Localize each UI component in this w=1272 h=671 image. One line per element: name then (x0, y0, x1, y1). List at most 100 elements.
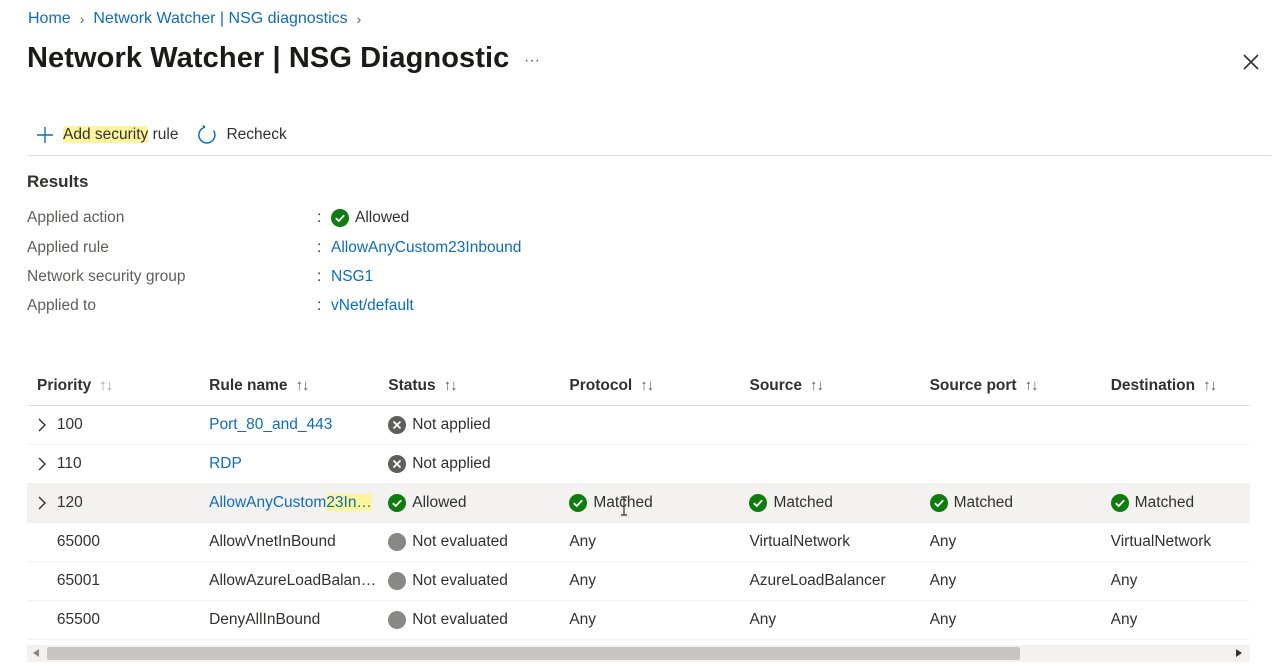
sort-icon[interactable]: ↑↓ (1203, 377, 1217, 394)
applied-to-link[interactable]: vNet/default (331, 297, 414, 315)
chevron-right-icon[interactable] (27, 496, 57, 510)
table-row[interactable]: 65500 DenyAllInBound Not evaluated Any A… (27, 601, 1250, 640)
grey-dot-icon (388, 611, 407, 629)
col-status[interactable]: Status ↑↓ (388, 377, 569, 395)
cell-destination: Any (1110, 572, 1138, 589)
cell-priority: 100 (56, 416, 83, 433)
applied-to-label: Applied to (27, 297, 96, 314)
breadcrumb-nsg-diagnostics[interactable]: Network Watcher | NSG diagnostics (93, 10, 347, 28)
scroll-left-icon[interactable] (33, 649, 39, 657)
applied-rule-link[interactable]: AllowAnyCustom23Inbound (331, 239, 521, 257)
cell-priority: 65500 (56, 611, 100, 628)
cell-rule-name-link[interactable]: Port_80_and_443 (209, 416, 388, 434)
nsg-link[interactable]: NSG1 (331, 268, 373, 286)
cell-status: Allowed (388, 494, 569, 512)
table-header: Priority ↑↓ Rule name ↑↓ Status ↑↓ Proto… (27, 366, 1250, 406)
cell-status: Not applied (388, 416, 569, 434)
cell-source: VirtualNetwork (749, 533, 850, 550)
applied-to-row: Applied to : vNet/default (27, 297, 414, 315)
cell-rule-name: DenyAllInBound (209, 611, 321, 628)
cell-source-port: Any (929, 572, 957, 589)
recheck-label: Recheck (226, 125, 287, 143)
cell-source-port: Any (929, 611, 957, 628)
applied-action-row: Applied action : Allowed (27, 209, 410, 227)
nsg-label: Network security group (27, 268, 186, 285)
table-row-selected[interactable]: 120 AllowAnyCustom23In… Allowed Matched … (27, 484, 1250, 523)
sort-icon[interactable]: ↑↓ (1025, 377, 1039, 394)
chevron-right-icon[interactable] (27, 418, 57, 432)
breadcrumb-chevron-icon: › (356, 11, 362, 27)
add-security-rule-button[interactable]: Add security rule (35, 119, 178, 151)
cell-destination: Any (1110, 611, 1138, 628)
add-security-rule-label-rest: rule (148, 125, 179, 143)
add-security-rule-label-highlighted: Add security (63, 125, 149, 143)
x-circle-icon (388, 416, 407, 434)
text-cursor-icon (621, 496, 627, 516)
sort-icon[interactable]: ↑↓ (810, 377, 824, 394)
sort-icon[interactable]: ↑↓ (640, 377, 654, 394)
cell-status: Not evaluated (388, 572, 569, 590)
cell-protocol: Any (569, 572, 597, 589)
rules-table: Priority ↑↓ Rule name ↑↓ Status ↑↓ Proto… (27, 366, 1250, 640)
scrollbar-thumb[interactable] (47, 647, 1020, 660)
x-circle-icon (388, 455, 407, 473)
horizontal-scrollbar[interactable] (27, 645, 1250, 662)
nsg-row: Network security group : NSG1 (27, 268, 374, 286)
table-row[interactable]: 65001 AllowAzureLoadBalan… Not evaluated… (27, 562, 1250, 601)
cell-protocol: Any (569, 533, 597, 550)
cell-rule-name: AllowAzureLoadBalan… (209, 572, 377, 589)
cell-priority: 65001 (56, 572, 100, 589)
cell-source-port: Matched (929, 494, 1111, 512)
cell-rule-name-link[interactable]: RDP (209, 455, 388, 473)
col-destination[interactable]: Destination ↑↓ (1111, 377, 1250, 395)
sort-icon[interactable]: ↑↓ (99, 377, 113, 394)
results-heading: Results (27, 172, 89, 191)
cell-protocol: Matched (569, 494, 749, 512)
chevron-right-icon[interactable] (27, 457, 57, 471)
more-options-icon[interactable]: ··· (524, 52, 540, 70)
cell-rule-name-link[interactable]: AllowAnyCustom23In… (209, 494, 388, 512)
sort-icon[interactable]: ↑↓ (296, 377, 310, 394)
refresh-icon (198, 124, 217, 144)
page-title: Network Watcher | NSG Diagnostic (27, 42, 510, 74)
grey-dot-icon (388, 533, 407, 551)
cell-status: Not evaluated (388, 533, 569, 551)
col-protocol[interactable]: Protocol ↑↓ (569, 377, 749, 395)
cell-source: Matched (749, 494, 929, 512)
cell-source: Any (749, 611, 777, 628)
applied-action-label: Applied action (27, 209, 125, 226)
cell-priority: 110 (56, 455, 82, 472)
applied-action-value: Allowed (355, 209, 410, 226)
grey-dot-icon (388, 572, 407, 590)
scroll-right-icon[interactable] (1236, 649, 1242, 657)
table-row[interactable]: 65000 AllowVnetInBound Not evaluated Any… (27, 523, 1250, 562)
cell-source: AzureLoadBalancer (749, 572, 886, 589)
col-rule-name[interactable]: Rule name ↑↓ (209, 377, 388, 395)
command-bar: Add security rule Recheck (27, 118, 1271, 156)
cell-status: Not evaluated (388, 611, 569, 629)
cell-source-port: Any (929, 533, 957, 550)
plus-icon (37, 126, 53, 143)
cell-destination: Matched (1110, 494, 1250, 512)
col-priority[interactable]: Priority ↑↓ (27, 377, 209, 395)
check-circle-icon (569, 494, 588, 512)
table-row[interactable]: 100 Port_80_and_443 Not applied (27, 406, 1250, 445)
check-circle-icon (929, 494, 948, 512)
breadcrumb: Home › Network Watcher | NSG diagnostics… (28, 10, 361, 28)
cell-protocol: Any (569, 611, 597, 628)
col-source[interactable]: Source ↑↓ (749, 377, 929, 395)
breadcrumb-chevron-icon: › (79, 11, 85, 27)
cell-status: Not applied (388, 455, 569, 473)
cell-destination: VirtualNetwork (1110, 533, 1212, 550)
cell-priority: 120 (56, 494, 83, 511)
cell-priority: 65000 (56, 533, 100, 550)
recheck-button[interactable]: Recheck (196, 119, 287, 151)
applied-rule-row: Applied rule : AllowAnyCustom23Inbound (27, 239, 522, 257)
sort-icon[interactable]: ↑↓ (444, 377, 458, 394)
close-icon[interactable] (1240, 51, 1262, 73)
check-circle-icon (388, 494, 407, 512)
table-row[interactable]: 110 RDP Not applied (27, 445, 1250, 484)
breadcrumb-home[interactable]: Home (28, 10, 71, 28)
check-circle-icon (1110, 494, 1129, 512)
col-source-port[interactable]: Source port ↑↓ (930, 377, 1111, 395)
